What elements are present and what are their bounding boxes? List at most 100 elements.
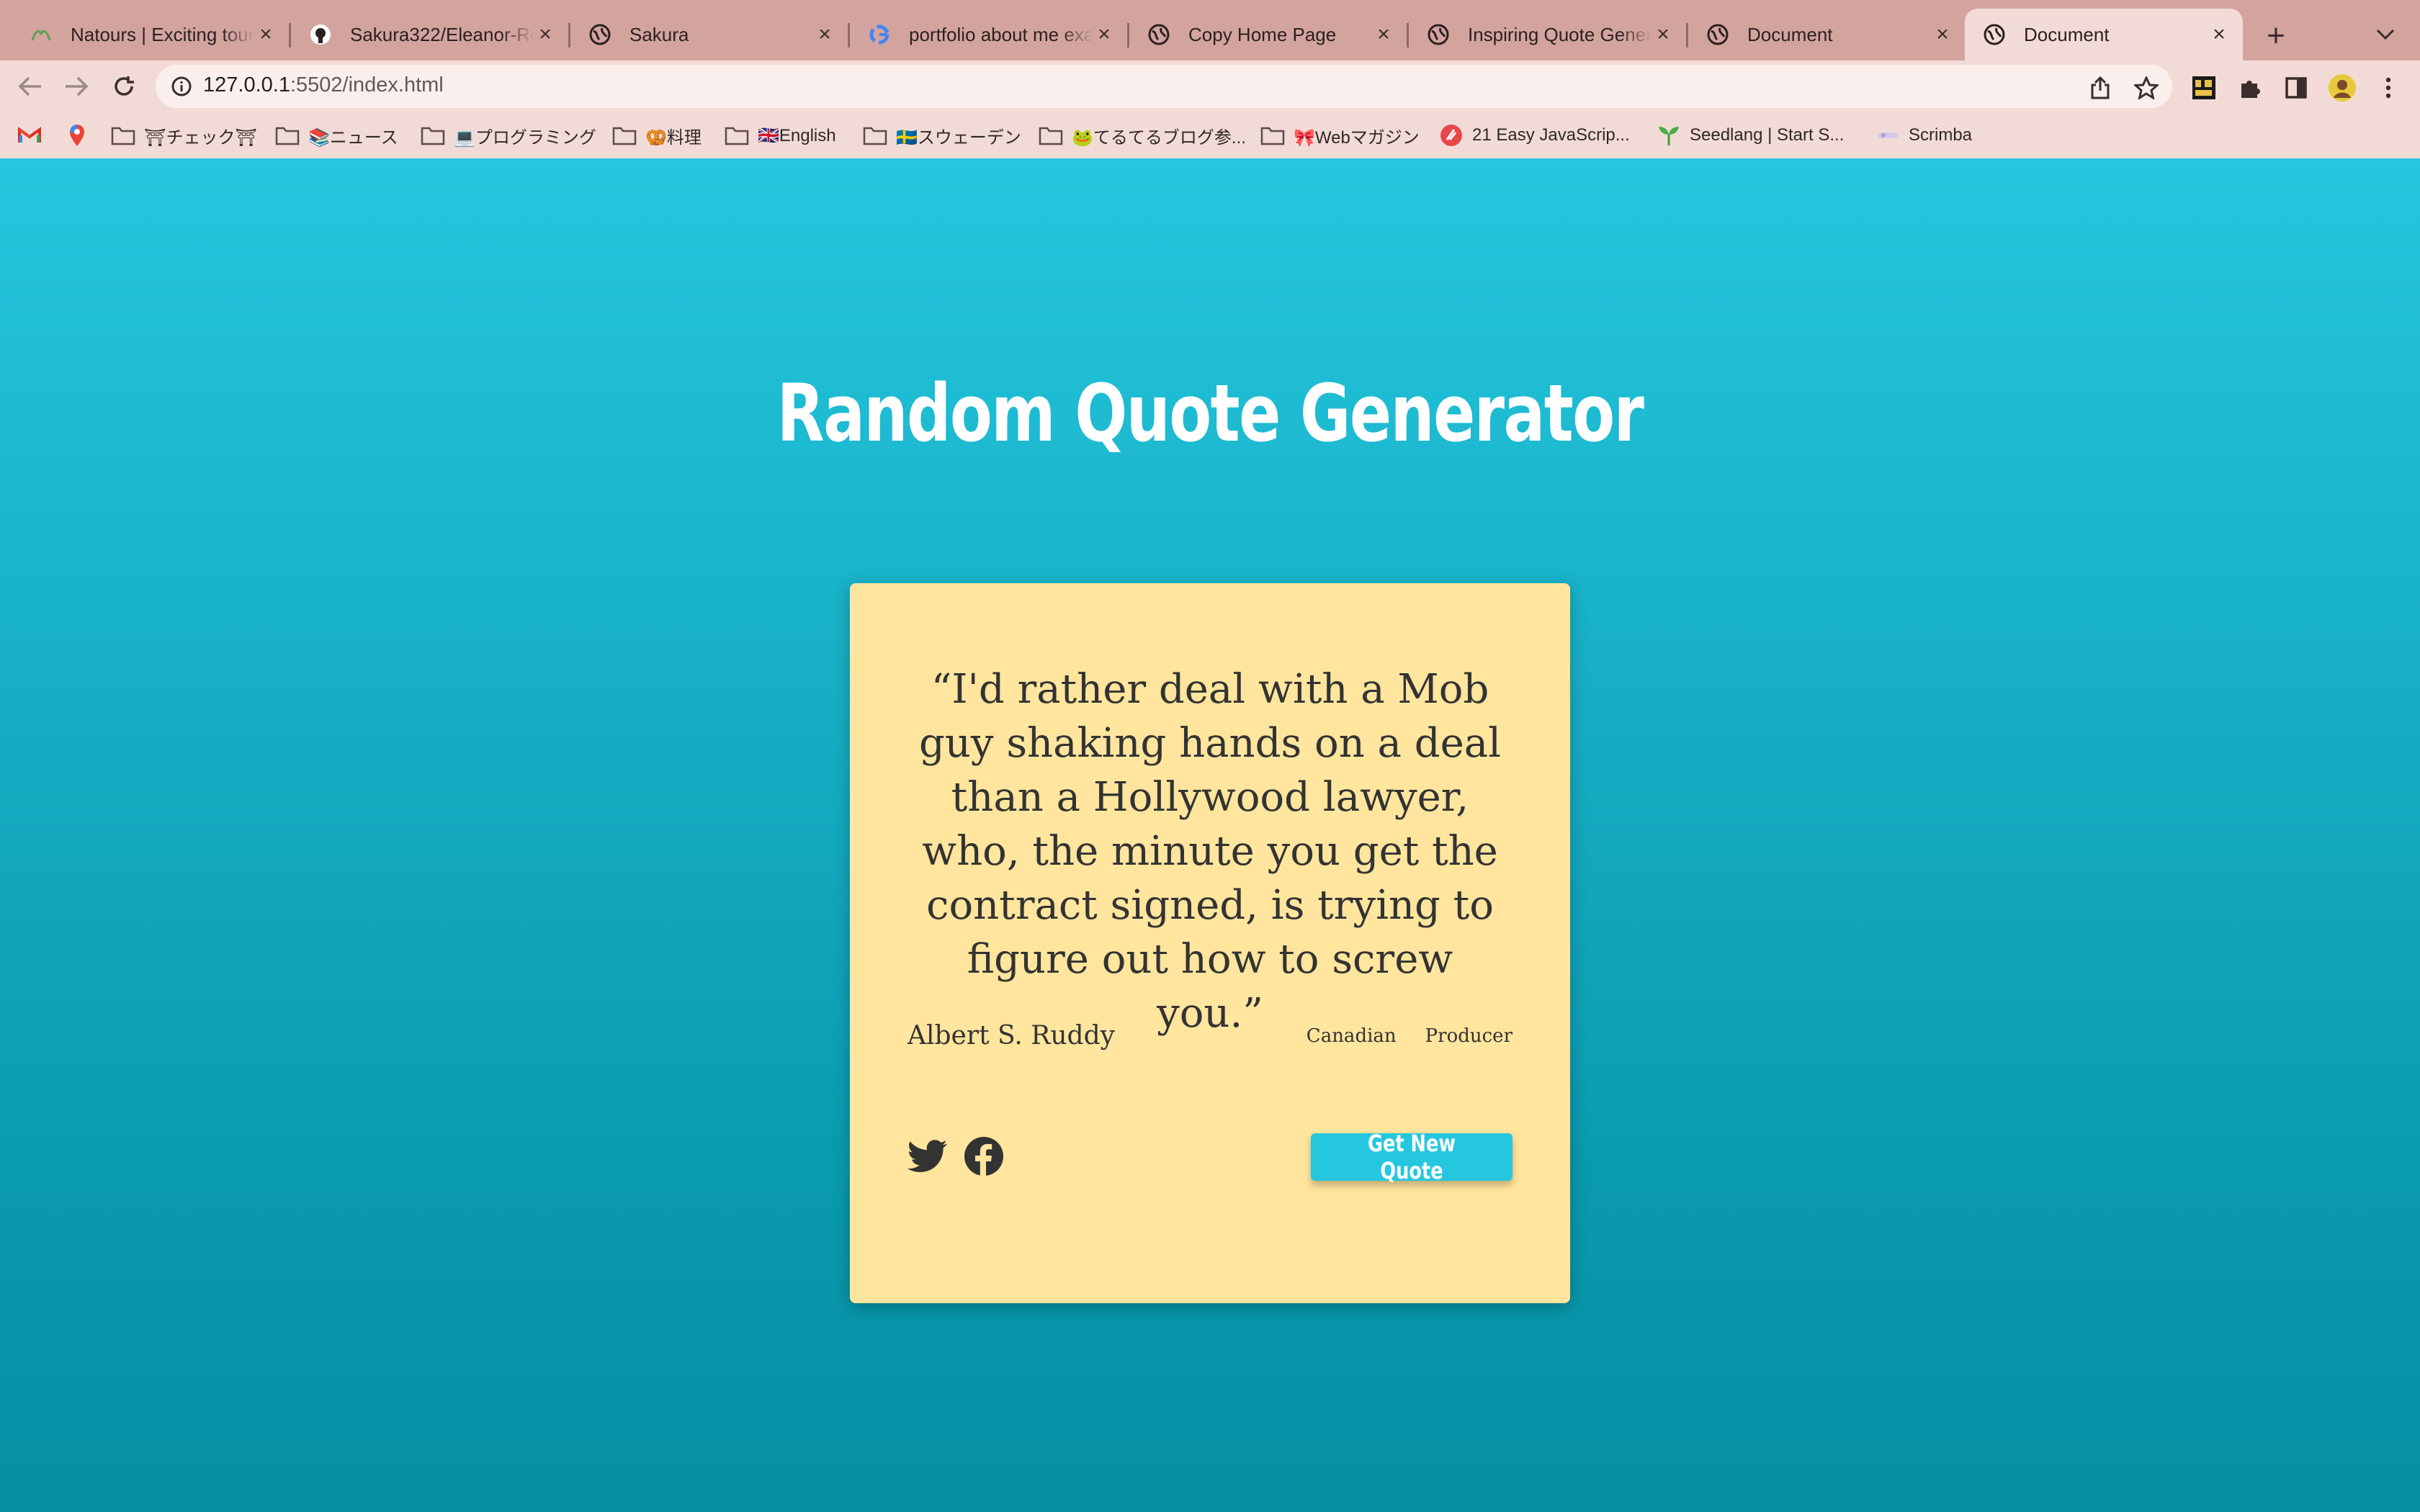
close-tab-icon[interactable]: × xyxy=(1093,22,1115,46)
share-icon[interactable] xyxy=(2086,73,2115,102)
bookmark-folder-english[interactable]: 🇬🇧English xyxy=(725,121,836,150)
bookmark-label: 🇬🇧English xyxy=(758,125,836,145)
globe-icon xyxy=(1148,24,1170,45)
bookmark-label: 📚ニュース xyxy=(308,127,398,148)
address-bar[interactable]: 127.0.0.1:5502/index.html xyxy=(156,65,2172,108)
new-quote-button-label: Get New Quote xyxy=(1368,1130,1456,1184)
github-icon xyxy=(310,24,331,45)
site-info-icon[interactable] xyxy=(170,75,193,98)
tag-profession: Producer xyxy=(1425,1025,1512,1047)
bookmark-gmail[interactable] xyxy=(17,121,50,150)
quote-author: Albert S. Ruddy xyxy=(908,1021,1115,1050)
url-host: 127.0.0.1 xyxy=(203,73,290,96)
tab-title: Document xyxy=(1747,23,1833,45)
facebook-icon[interactable] xyxy=(962,1135,1005,1178)
profile-avatar[interactable] xyxy=(2328,73,2357,102)
tab-natours[interactable]: Natours | Exciting tours × xyxy=(12,9,291,60)
tab-title: Sakura xyxy=(629,23,689,45)
globe-icon xyxy=(1428,24,1449,45)
side-panel-icon[interactable] xyxy=(2282,73,2311,102)
tab-title: Copy Home Page xyxy=(1188,23,1337,45)
tab-title: Document xyxy=(2024,23,2110,45)
google-icon xyxy=(869,24,890,45)
extensions-puzzle-icon[interactable] xyxy=(2236,73,2264,102)
folder-icon xyxy=(725,125,749,146)
close-tab-icon[interactable]: × xyxy=(814,22,835,46)
tab-google[interactable]: portfolio about me example × xyxy=(850,9,1129,60)
back-arrow-icon[interactable] xyxy=(14,71,46,102)
bookmarks-bar: ⛩チェック⛩ 📚ニュース 💻プログラミング 🥨料理 🇬🇧English 🇸🇪スウ… xyxy=(0,111,2420,160)
close-tab-icon[interactable]: × xyxy=(1652,22,1674,46)
bookmark-javascript[interactable]: 21 Easy JavaScrip... xyxy=(1439,121,1630,150)
tab-sakura[interactable]: Sakura × xyxy=(570,9,850,60)
tab-inspiring-quote[interactable]: Inspiring Quote Generator × xyxy=(1409,9,1688,60)
bookmark-folder-cooking[interactable]: 🥨料理 xyxy=(612,121,702,150)
bookmark-label: 🇸🇪スウェーデン xyxy=(896,127,1021,148)
bookmark-folder-news[interactable]: 📚ニュース xyxy=(275,121,398,150)
javascript-site-icon xyxy=(1439,125,1464,146)
twitter-icon[interactable] xyxy=(906,1135,949,1178)
url-text: 127.0.0.1:5502/index.html xyxy=(203,73,444,97)
maps-pin-icon xyxy=(65,125,89,146)
globe-icon xyxy=(589,24,611,45)
close-tab-icon[interactable]: × xyxy=(1932,22,1953,46)
new-tab-button[interactable]: + xyxy=(2256,16,2296,56)
sprout-icon xyxy=(1657,125,1681,146)
bookmark-label: Seedlang | Start S... xyxy=(1690,125,1845,145)
tab-title: Sakura322/Eleanor-Roosevelt xyxy=(350,23,534,45)
folder-icon xyxy=(863,125,887,146)
tab-title: portfolio about me example xyxy=(909,23,1093,45)
close-tab-icon[interactable]: × xyxy=(534,22,556,46)
folder-icon xyxy=(421,125,445,146)
folder-icon xyxy=(111,125,135,146)
globe-icon xyxy=(1984,24,2005,45)
scrimba-icon xyxy=(1876,125,1900,146)
folder-icon xyxy=(1260,125,1285,146)
tab-document[interactable]: Document × xyxy=(1688,9,1966,60)
tab-title: Inspiring Quote Generator xyxy=(1468,23,1652,45)
bookmark-label: ⛩チェック⛩ xyxy=(144,127,257,148)
page-title: Random Quote Generator xyxy=(776,367,1644,459)
quote-text: “I'd rather deal with a Mob guy shaking … xyxy=(918,666,1502,1037)
tab-title: Natours | Exciting tours xyxy=(71,23,255,45)
bookmark-label: 💻プログラミング xyxy=(454,127,596,148)
bookmark-folder-blog[interactable]: 🐸てるてるブログ参... xyxy=(1039,121,1246,150)
bookmark-maps[interactable] xyxy=(65,121,98,150)
globe-icon xyxy=(1707,24,1729,45)
bookmark-folder-web-magazine[interactable]: 🎀Webマガジン xyxy=(1260,121,1420,150)
bookmark-folder-check[interactable]: ⛩チェック⛩ xyxy=(111,121,257,150)
bookmark-label: 21 Easy JavaScrip... xyxy=(1472,125,1630,145)
author-tags: Canadian Producer xyxy=(1307,1025,1512,1047)
bookmark-label: 🐸てるてるブログ参... xyxy=(1072,127,1246,148)
bookmark-folder-programming[interactable]: 💻プログラミング xyxy=(421,121,596,150)
share-buttons xyxy=(906,1135,1005,1178)
page-viewport: Random Quote Generator “I'd rather deal … xyxy=(0,158,2420,1512)
browser-tab-strip: Natours | Exciting tours × Sakura322/Ele… xyxy=(0,0,2420,60)
folder-icon xyxy=(612,125,637,146)
forward-arrow-icon[interactable] xyxy=(60,71,92,102)
tab-document-active[interactable]: Document × xyxy=(1965,9,2243,60)
url-path: :5502/index.html xyxy=(290,73,444,96)
tab-search-chevron-icon[interactable] xyxy=(2371,20,2400,49)
bookmark-scrimba[interactable]: Scrimba xyxy=(1876,121,1972,150)
tab-github[interactable]: Sakura322/Eleanor-Roosevelt × xyxy=(291,9,570,60)
close-tab-icon[interactable]: × xyxy=(2208,22,2230,46)
close-tab-icon[interactable]: × xyxy=(1373,22,1394,46)
extension-app-icon[interactable] xyxy=(2190,73,2218,102)
new-quote-button[interactable]: Get New Quote xyxy=(1311,1130,1512,1184)
tab-copy-home[interactable]: Copy Home Page × xyxy=(1129,9,1409,60)
tag-nationality: Canadian xyxy=(1306,1025,1397,1047)
bookmark-label: 🥨料理 xyxy=(645,127,702,148)
browser-menu-icon[interactable] xyxy=(2374,73,2403,102)
folder-icon xyxy=(1039,125,1063,146)
natours-leaf-icon xyxy=(30,24,52,45)
quote-card: “I'd rather deal with a Mob guy shaking … xyxy=(850,583,1570,1303)
bookmark-folder-sweden[interactable]: 🇸🇪スウェーデン xyxy=(863,121,1021,150)
bookmark-label: Scrimba xyxy=(1909,125,1973,145)
gmail-icon xyxy=(17,125,42,146)
bookmark-seedlang[interactable]: Seedlang | Start S... xyxy=(1657,121,1844,150)
close-tab-icon[interactable]: × xyxy=(255,22,277,46)
bookmark-star-icon[interactable] xyxy=(2132,73,2161,102)
reload-icon[interactable] xyxy=(108,71,140,102)
folder-icon xyxy=(275,125,300,146)
